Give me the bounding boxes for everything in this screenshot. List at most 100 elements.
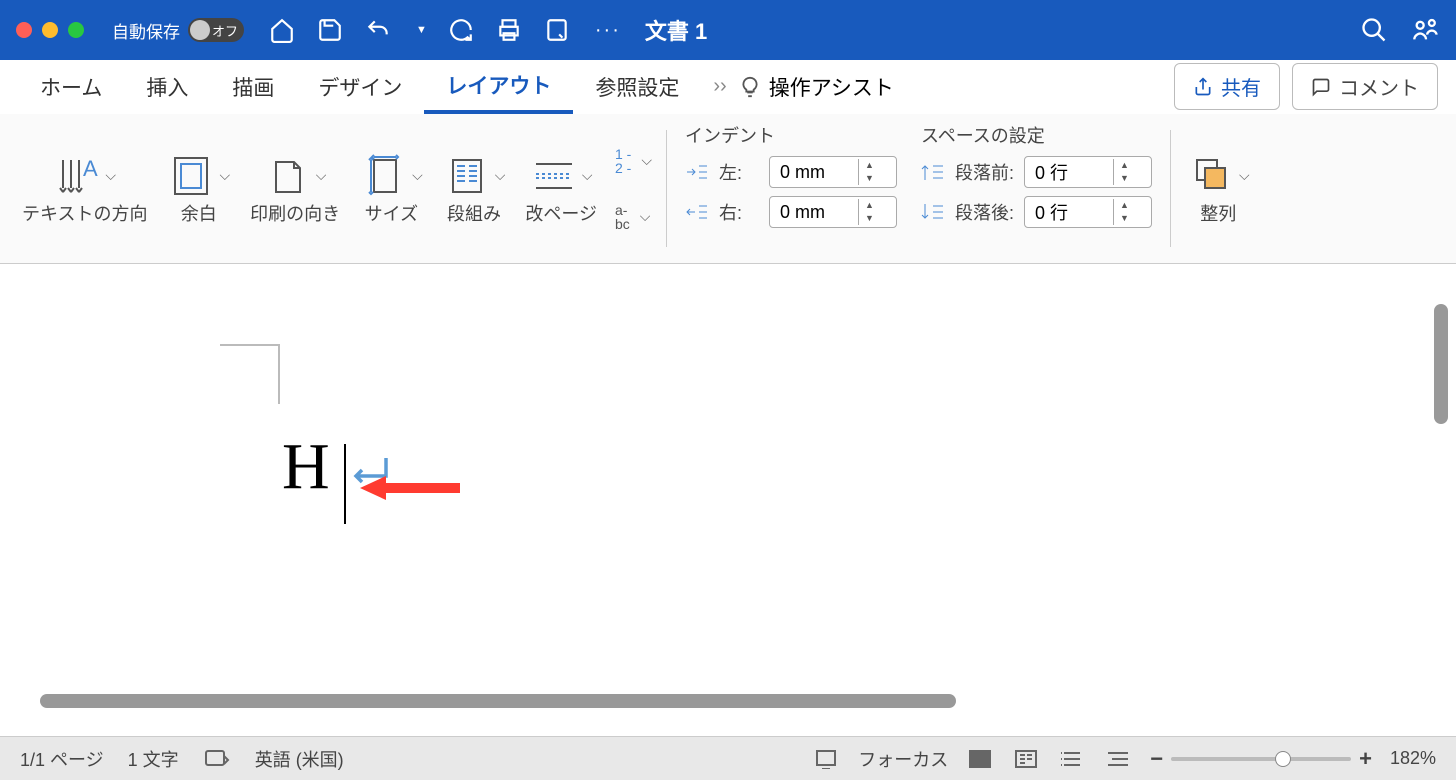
spin-up[interactable]: ▲ (1114, 159, 1135, 172)
dropdown-icon[interactable]: ⌵ (316, 167, 327, 184)
space-section: スペースの設定 段落前: ▲▼ 段落後: ▲▼ (909, 122, 1164, 255)
space-after-input[interactable]: ▲▼ (1024, 196, 1152, 228)
print-icon[interactable] (495, 16, 523, 44)
space-before-input[interactable]: ▲▼ (1024, 156, 1152, 188)
tell-me-search[interactable]: 操作アシスト (739, 72, 894, 102)
space-after-value[interactable] (1025, 202, 1113, 223)
spin-up[interactable]: ▲ (859, 159, 880, 172)
close-button[interactable] (16, 22, 32, 38)
undo-icon[interactable] (364, 16, 392, 44)
minimize-button[interactable] (42, 22, 58, 38)
tab-references[interactable]: 参照設定 (573, 62, 701, 112)
outline-icon[interactable] (1104, 748, 1132, 770)
save-icon[interactable] (316, 16, 344, 44)
dropdown-icon[interactable]: ⌵ (1239, 167, 1250, 184)
text-direction-button[interactable]: A (53, 152, 101, 200)
margins-label: 余白 (181, 204, 217, 226)
document-area[interactable]: H (0, 264, 1456, 736)
ln2: 2 - (615, 161, 631, 175)
arrange-icon (1187, 152, 1235, 200)
hyphenation-button[interactable]: a-bc ⌵ (615, 203, 652, 231)
tab-draw[interactable]: 描画 (210, 62, 296, 112)
dropdown-icon[interactable]: ⌵ (105, 167, 116, 184)
indent-left-value[interactable] (770, 162, 858, 183)
indent-left-icon (685, 162, 709, 182)
arrange-button[interactable] (1187, 152, 1235, 200)
zoom-slider[interactable]: − + (1150, 746, 1372, 772)
account-icon[interactable] (1412, 16, 1440, 44)
dropdown-icon[interactable]: ⌵ (219, 167, 230, 184)
tab-design[interactable]: デザイン (296, 62, 424, 112)
read-mode-icon[interactable] (1012, 748, 1040, 770)
focus-label[interactable]: フォーカス (858, 746, 948, 772)
vertical-scrollbar[interactable] (1434, 304, 1448, 424)
home-icon[interactable] (268, 16, 296, 44)
spin-down[interactable]: ▼ (859, 212, 880, 225)
toggle-switch[interactable]: オフ (188, 18, 244, 42)
focus-icon[interactable] (812, 748, 840, 770)
size-button[interactable] (360, 152, 408, 200)
annotation-arrow (360, 474, 460, 507)
space-after-icon (921, 202, 945, 222)
maximize-button[interactable] (68, 22, 84, 38)
zoom-thumb[interactable] (1275, 751, 1291, 767)
margins-group: ⌵ 余白 (157, 122, 240, 255)
spellcheck-icon[interactable] (203, 748, 231, 770)
size-group: ⌵ サイズ (350, 122, 433, 255)
word-count[interactable]: 1 文字 (128, 746, 179, 772)
share-button[interactable]: 共有 (1174, 63, 1280, 110)
dropdown-icon[interactable]: ⌵ (495, 167, 506, 184)
spin-up[interactable]: ▲ (1114, 199, 1135, 212)
spin-down[interactable]: ▼ (1114, 212, 1135, 225)
indent-right-value[interactable] (770, 202, 858, 223)
print-layout-icon[interactable] (966, 748, 994, 770)
breaks-button[interactable] (530, 152, 578, 200)
columns-button[interactable] (443, 152, 491, 200)
zoom-track[interactable] (1171, 757, 1351, 761)
document-text[interactable]: H (282, 429, 330, 505)
space-before-value[interactable] (1025, 162, 1113, 183)
line-numbers-button[interactable]: 1 -2 - ⌵ (615, 147, 652, 175)
zoom-out-button[interactable]: − (1150, 746, 1163, 772)
tabs-right: 共有 コメント (1174, 63, 1438, 110)
template-icon[interactable] (543, 16, 571, 44)
indent-left-input[interactable]: ▲▼ (769, 156, 897, 188)
undo-dropdown[interactable]: ▼ (416, 24, 427, 36)
redo-icon[interactable] (447, 16, 475, 44)
tab-layout[interactable]: レイアウト (424, 60, 573, 114)
window-controls (16, 22, 84, 38)
spin-down[interactable]: ▼ (859, 172, 880, 185)
margins-icon (167, 152, 215, 200)
margins-button[interactable] (167, 152, 215, 200)
ribbon-layout: A ⌵ テキストの方向 ⌵ 余白 ⌵ 印刷の向き ⌵ サ (0, 114, 1456, 264)
search-icon[interactable] (1360, 16, 1388, 44)
more-commands-icon[interactable]: ··· (595, 19, 621, 42)
autosave-toggle[interactable]: 自動保存 オフ (112, 18, 244, 43)
page-margin-corner (220, 344, 280, 404)
zoom-in-button[interactable]: + (1359, 746, 1372, 772)
language[interactable]: 英語 (米国) (255, 746, 344, 772)
orientation-icon (264, 152, 312, 200)
zoom-level[interactable]: 182% (1390, 748, 1436, 769)
tabs-overflow-icon[interactable]: ›› (701, 75, 738, 98)
arrange-label: 整列 (1200, 204, 1236, 226)
breaks-group: ⌵ 改ページ (515, 122, 607, 255)
tab-insert[interactable]: 挿入 (124, 62, 210, 112)
spin-up[interactable]: ▲ (859, 199, 880, 212)
space-after-label: 段落後: (955, 199, 1014, 225)
document-title: 文書 1 (645, 14, 707, 46)
page-count[interactable]: 1/1 ページ (20, 746, 104, 772)
dropdown-icon[interactable]: ⌵ (582, 167, 593, 184)
comments-button[interactable]: コメント (1292, 63, 1438, 110)
web-layout-icon[interactable] (1058, 748, 1086, 770)
spin-down[interactable]: ▼ (1114, 172, 1135, 185)
tab-home[interactable]: ホーム (18, 62, 124, 112)
horizontal-scrollbar[interactable] (40, 694, 956, 708)
arrange-group: ⌵ 整列 (1177, 122, 1260, 255)
orientation-button[interactable] (264, 152, 312, 200)
share-label: 共有 (1221, 72, 1261, 101)
text-direction-label: テキストの方向 (22, 204, 147, 226)
indent-right-input[interactable]: ▲▼ (769, 196, 897, 228)
dropdown-icon[interactable]: ⌵ (412, 167, 423, 184)
ribbon-tabs: ホーム 挿入 描画 デザイン レイアウト 参照設定 ›› 操作アシスト 共有 コ… (0, 60, 1456, 114)
